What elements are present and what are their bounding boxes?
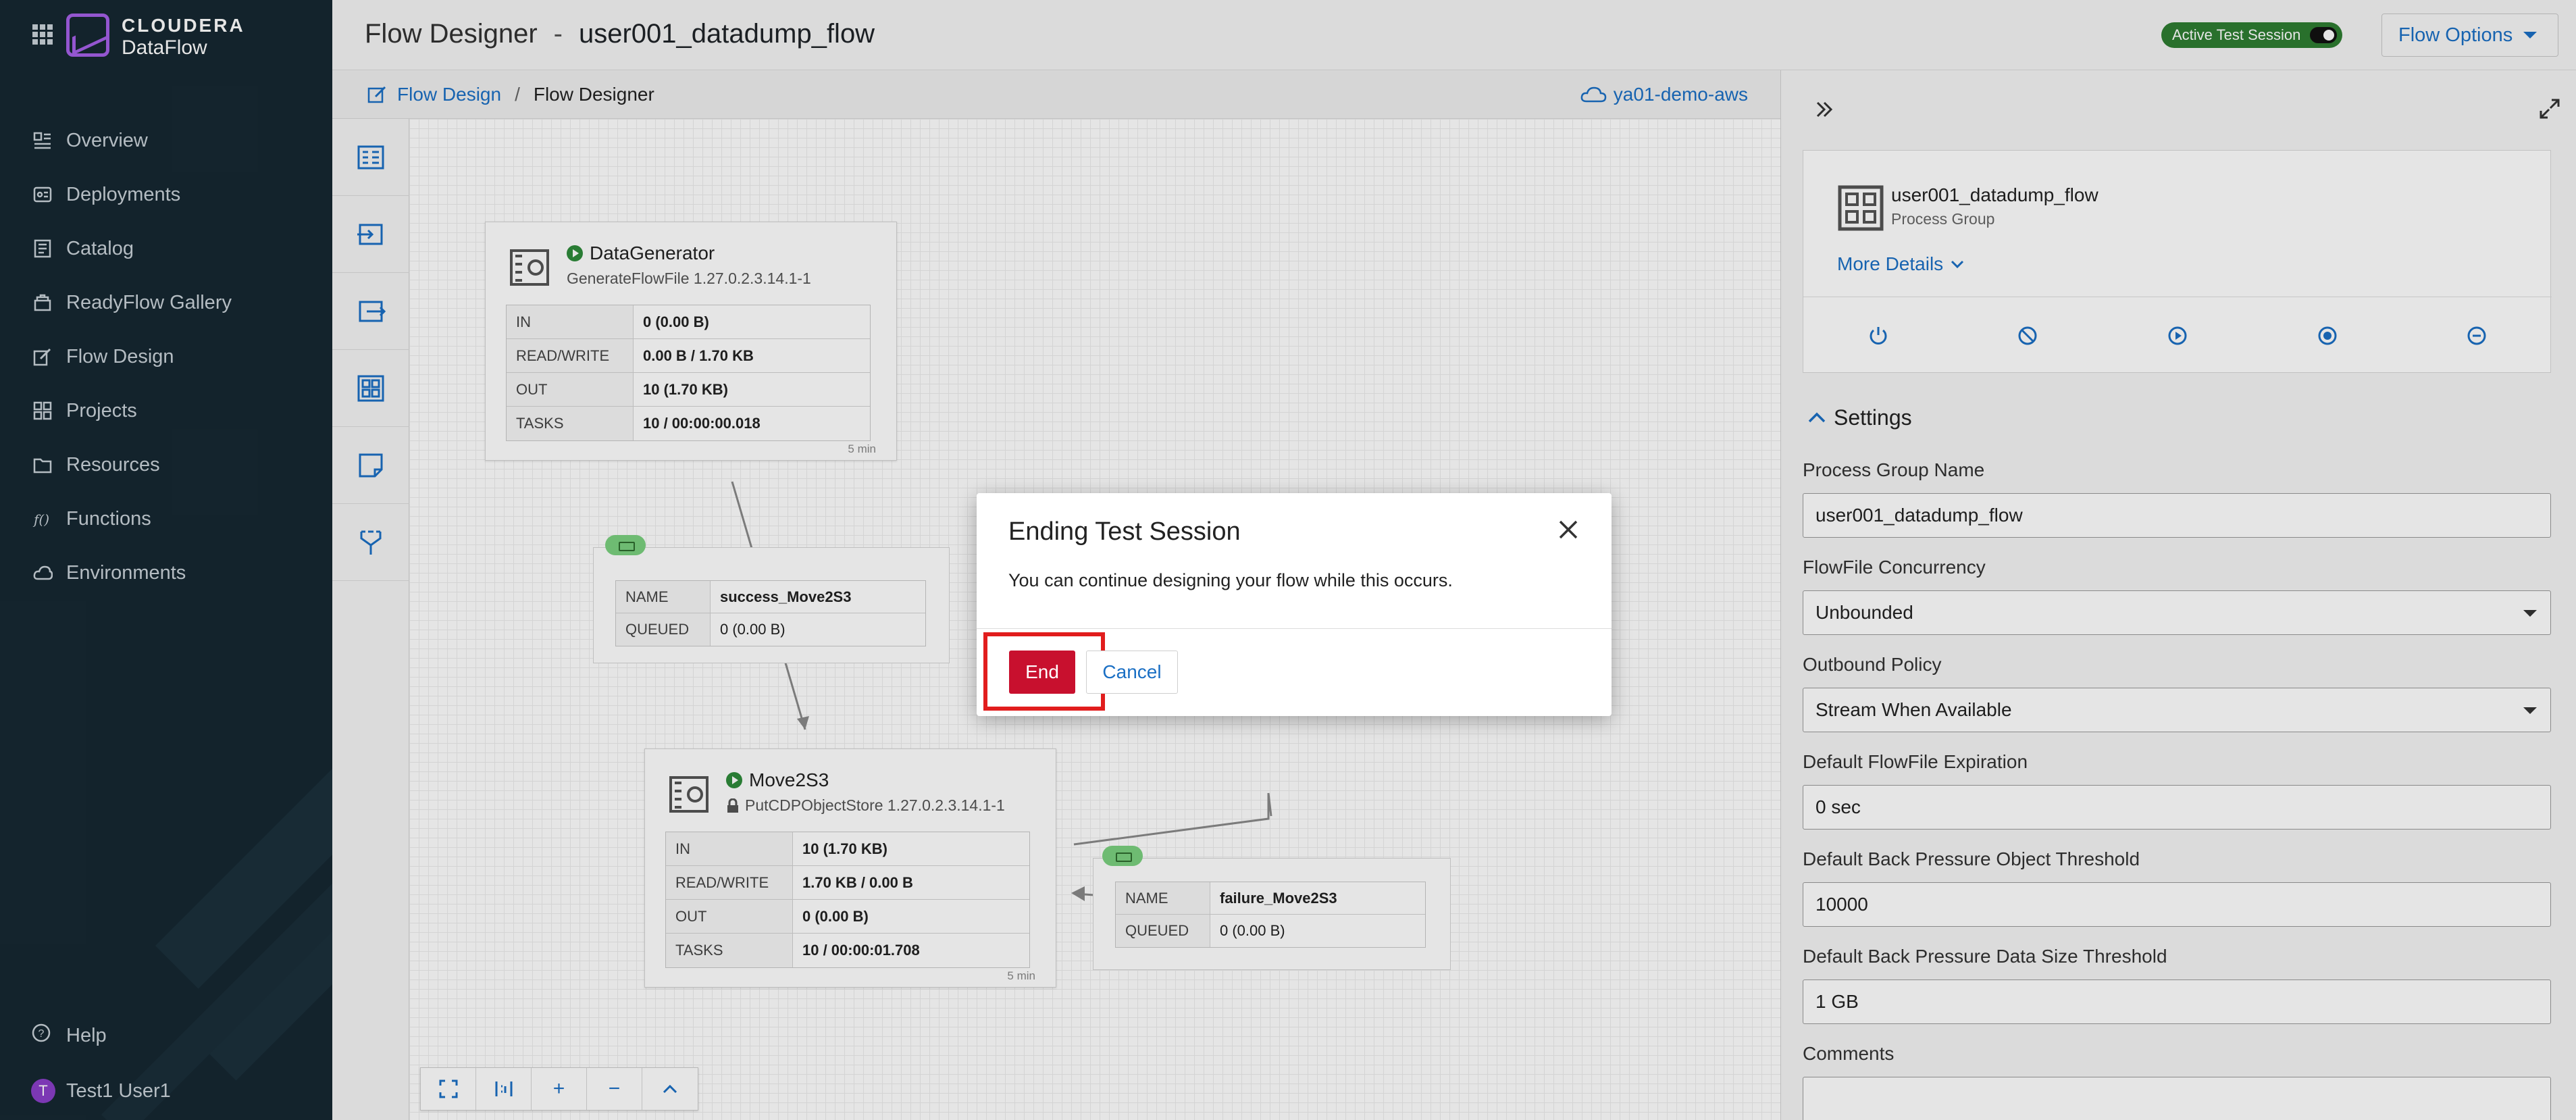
end-button[interactable]: End [1009,651,1075,694]
close-icon[interactable] [1555,516,1582,543]
cancel-button[interactable]: Cancel [1086,651,1178,694]
dialog-message: You can continue designing your flow whi… [1008,570,1453,590]
dialog-title: Ending Test Session [1008,517,1241,546]
ending-test-session-dialog: Ending Test Session You can continue des… [977,493,1612,716]
dialog-divider [977,628,1612,629]
app-root: CLOUDERA DataFlow Overview Deployments Cat… [0,0,2576,1120]
